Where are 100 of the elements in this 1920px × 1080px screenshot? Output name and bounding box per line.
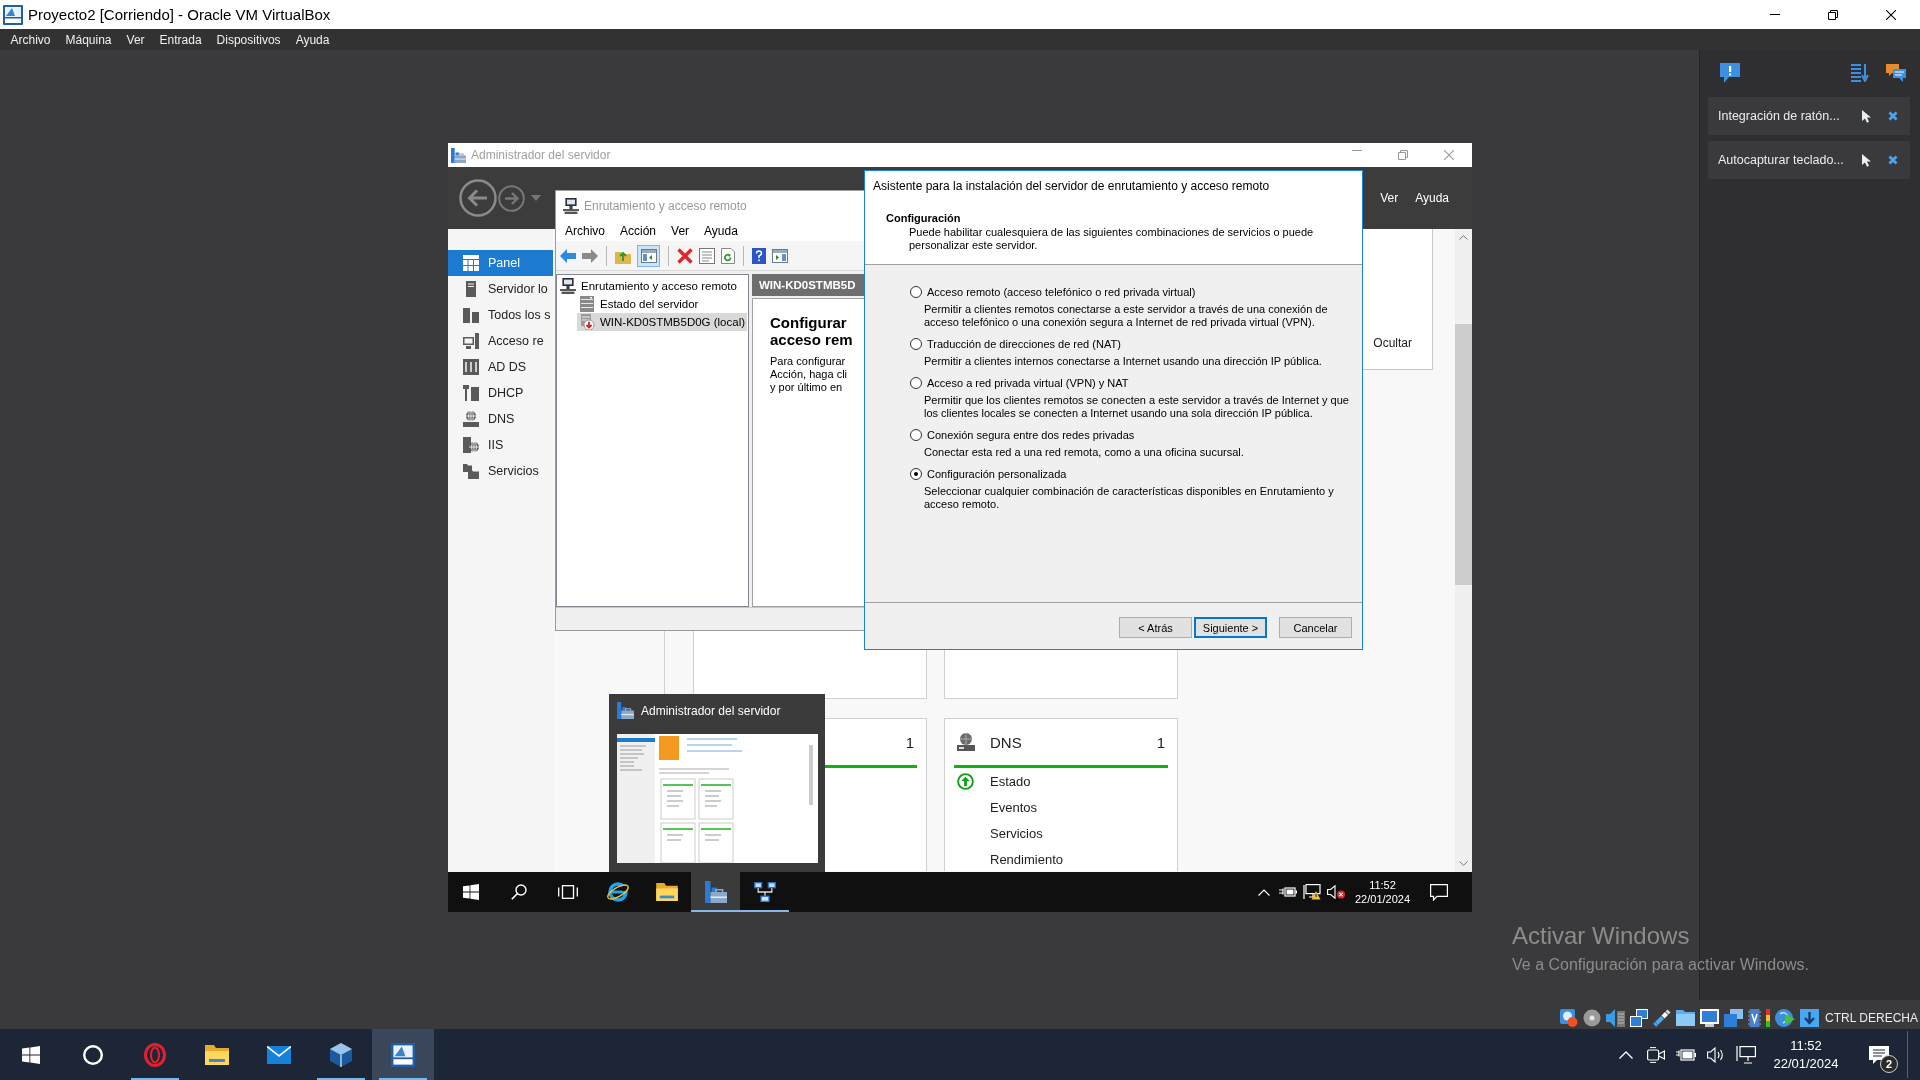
monitor-icon[interactable] bbox=[1700, 1009, 1720, 1027]
network-icon[interactable] bbox=[1630, 1009, 1649, 1027]
tile-link[interactable]: Servicios bbox=[990, 825, 1043, 841]
option-description: Seleccionar cualquier combinación de características disponibles en Enrutamiento y acceso remoto. bbox=[924, 485, 1335, 511]
menu-item[interactable]: Ayuda bbox=[1415, 191, 1449, 205]
properties-icon[interactable] bbox=[699, 247, 715, 264]
nav-item[interactable]: Panel bbox=[448, 250, 553, 276]
speaker-icon[interactable] bbox=[1707, 1046, 1725, 1063]
battery-plug-icon[interactable] bbox=[1279, 886, 1297, 898]
folder-icon bbox=[205, 1044, 229, 1065]
shared-folder-icon[interactable] bbox=[1676, 1010, 1696, 1026]
option-label[interactable]: Configuración personalizada bbox=[927, 468, 1067, 480]
overlapping-windows-icon[interactable] bbox=[1724, 1009, 1744, 1027]
tile-title[interactable]: DNS bbox=[990, 733, 1022, 751]
help-icon[interactable] bbox=[752, 247, 766, 264]
globe-server-icon bbox=[957, 733, 975, 751]
usb-plug-icon[interactable] bbox=[1653, 1009, 1672, 1027]
nav-item[interactable]: AD DS bbox=[448, 354, 553, 380]
option-label[interactable]: Acceso a red privada virtual (VPN) y NAT bbox=[927, 377, 1129, 389]
camera-icon[interactable] bbox=[1647, 1046, 1665, 1063]
nav-item[interactable]: DNS bbox=[448, 406, 553, 432]
list-arrow-icon[interactable] bbox=[1851, 64, 1869, 82]
radio-button[interactable] bbox=[910, 377, 922, 389]
nav-item[interactable]: Acceso re bbox=[448, 328, 553, 354]
caret-down-icon[interactable] bbox=[1459, 861, 1468, 866]
battery-icon[interactable] bbox=[1676, 1048, 1696, 1061]
radio-button[interactable] bbox=[910, 286, 922, 298]
chip-icon[interactable] bbox=[1748, 1009, 1762, 1027]
chat-bubbles-icon[interactable] bbox=[1886, 64, 1906, 82]
chevron-up-icon[interactable] bbox=[1619, 1050, 1633, 1059]
nav-item[interactable]: IIS bbox=[448, 432, 553, 458]
back-arrow-icon[interactable] bbox=[560, 248, 576, 263]
task-view-icon[interactable] bbox=[558, 885, 578, 899]
tree-item[interactable]: Enrutamiento y acceso remoto bbox=[557, 277, 748, 295]
menu-item[interactable]: Ver bbox=[1380, 191, 1399, 205]
menu-item[interactable]: Ayuda bbox=[288, 32, 337, 47]
tile-link[interactable]: Rendimiento bbox=[990, 851, 1063, 867]
tile-link[interactable]: Eventos bbox=[990, 799, 1037, 815]
caret-up-icon[interactable] bbox=[1459, 235, 1468, 240]
menu-item[interactable]: Entrada bbox=[152, 32, 210, 47]
speaker-muted-icon[interactable] bbox=[1327, 885, 1345, 899]
tile-link[interactable]: Estado bbox=[990, 773, 1031, 789]
circle-icon[interactable] bbox=[83, 1044, 103, 1065]
optical-disc-icon[interactable] bbox=[1583, 1009, 1602, 1027]
pointer-icon[interactable] bbox=[1862, 153, 1871, 167]
taskbar-app-button[interactable] bbox=[372, 1029, 434, 1080]
network-warning-icon[interactable] bbox=[1303, 884, 1321, 900]
server-cabinet-icon bbox=[463, 359, 479, 375]
option-label[interactable]: Traducción de direcciones de red (NAT) bbox=[927, 338, 1121, 350]
server-rack-icon bbox=[579, 296, 595, 312]
nav-item[interactable]: Servidor lo bbox=[448, 276, 553, 302]
menu-item[interactable]: Ver bbox=[671, 223, 690, 238]
menu-item[interactable]: Ver bbox=[119, 32, 153, 47]
caret-down-icon[interactable] bbox=[531, 195, 541, 201]
monitor-icon[interactable] bbox=[1736, 1045, 1756, 1064]
windows-logo-icon[interactable] bbox=[22, 1045, 40, 1064]
option-label[interactable]: Conexión segura entre dos redes privadas bbox=[927, 429, 1135, 441]
delete-icon[interactable] bbox=[677, 247, 693, 264]
detail-text: Para configurar Acción, haga cli y por último en bbox=[770, 355, 849, 394]
radio-button[interactable] bbox=[910, 338, 922, 350]
nav-item[interactable]: Servicios bbox=[448, 458, 553, 484]
dialog-title: Asistente para la instalación del servidor de enrutamiento y acceso remoto bbox=[873, 179, 1271, 193]
tree-item[interactable]: Estado del servidor bbox=[577, 295, 747, 313]
menu-item[interactable]: Dispositivos bbox=[209, 32, 289, 47]
close-icon[interactable] bbox=[1886, 9, 1896, 20]
window-title: Proyecto2 [Corriendo] - Oracle VM VirtualBox bbox=[28, 6, 331, 23]
forward-arrow-icon[interactable] bbox=[582, 248, 598, 263]
notification-icon[interactable] bbox=[1430, 883, 1448, 901]
vm-app-icon bbox=[391, 1042, 415, 1067]
menu-item[interactable]: Ayuda bbox=[704, 223, 738, 238]
host-key-label: CTRL DERECHA bbox=[1825, 1011, 1918, 1025]
tree-item[interactable]: WIN-KD0STMB5D0G (local) bbox=[577, 313, 747, 331]
hide-link[interactable]: Ocultar bbox=[1373, 336, 1412, 350]
cancel-button[interactable]: Cancelar bbox=[1279, 617, 1352, 638]
menu-item[interactable]: Acción bbox=[620, 223, 657, 238]
next-button[interactable]: Siguiente > bbox=[1194, 617, 1267, 638]
radio-button[interactable] bbox=[910, 468, 922, 480]
menu-item[interactable]: Archivo bbox=[3, 32, 58, 47]
search-icon[interactable] bbox=[510, 884, 527, 900]
console-tree-button[interactable] bbox=[637, 244, 660, 267]
activation-message: Ve a Configuración para activar Windows. bbox=[1512, 956, 1810, 974]
view-pane-icon[interactable] bbox=[772, 248, 788, 263]
pointer-icon[interactable] bbox=[1862, 109, 1871, 123]
menu-item[interactable]: Archivo bbox=[565, 223, 605, 238]
radio-button[interactable] bbox=[910, 429, 922, 441]
scrollbar-thumb[interactable] bbox=[1455, 324, 1472, 585]
restore-icon[interactable] bbox=[1828, 9, 1838, 20]
window-title: Enrutamiento y acceso remoto bbox=[584, 198, 747, 213]
option-label[interactable]: Acceso remoto (acceso telefónico o red privada virtual) bbox=[927, 286, 1196, 298]
chevron-up-icon[interactable] bbox=[1258, 888, 1270, 896]
nav-item[interactable]: DHCP bbox=[448, 380, 553, 406]
ring-icon bbox=[143, 1042, 167, 1067]
envelope-icon bbox=[267, 1045, 291, 1064]
server-down-arrow-icon bbox=[579, 314, 595, 330]
alert-bubble-icon[interactable] bbox=[1720, 63, 1740, 83]
back-button[interactable]: < Atrás bbox=[1119, 617, 1192, 638]
windows-logo-icon[interactable] bbox=[463, 884, 479, 900]
refresh-icon[interactable] bbox=[721, 247, 735, 264]
menu-item[interactable]: Máquina bbox=[58, 32, 120, 47]
nav-item[interactable]: Todos los s bbox=[448, 302, 553, 328]
